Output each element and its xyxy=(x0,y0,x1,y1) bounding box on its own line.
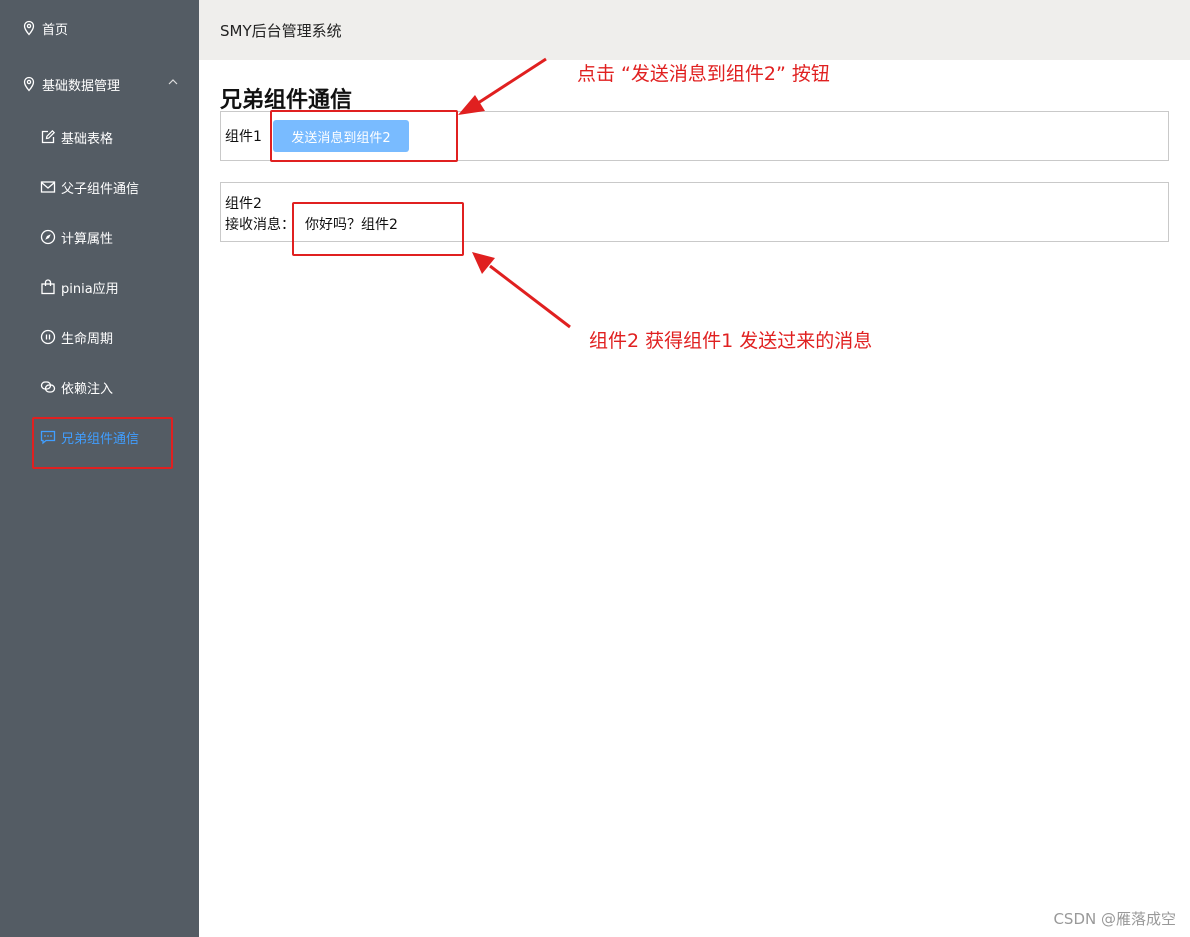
watermark: CSDN @雁落成空 xyxy=(1053,910,1176,928)
arrow-line-top xyxy=(474,57,547,107)
arrow-line-bottom xyxy=(489,264,571,329)
arrowhead-top xyxy=(458,95,485,115)
arrowhead-bottom xyxy=(472,252,495,274)
annotation-arrows xyxy=(458,57,571,329)
